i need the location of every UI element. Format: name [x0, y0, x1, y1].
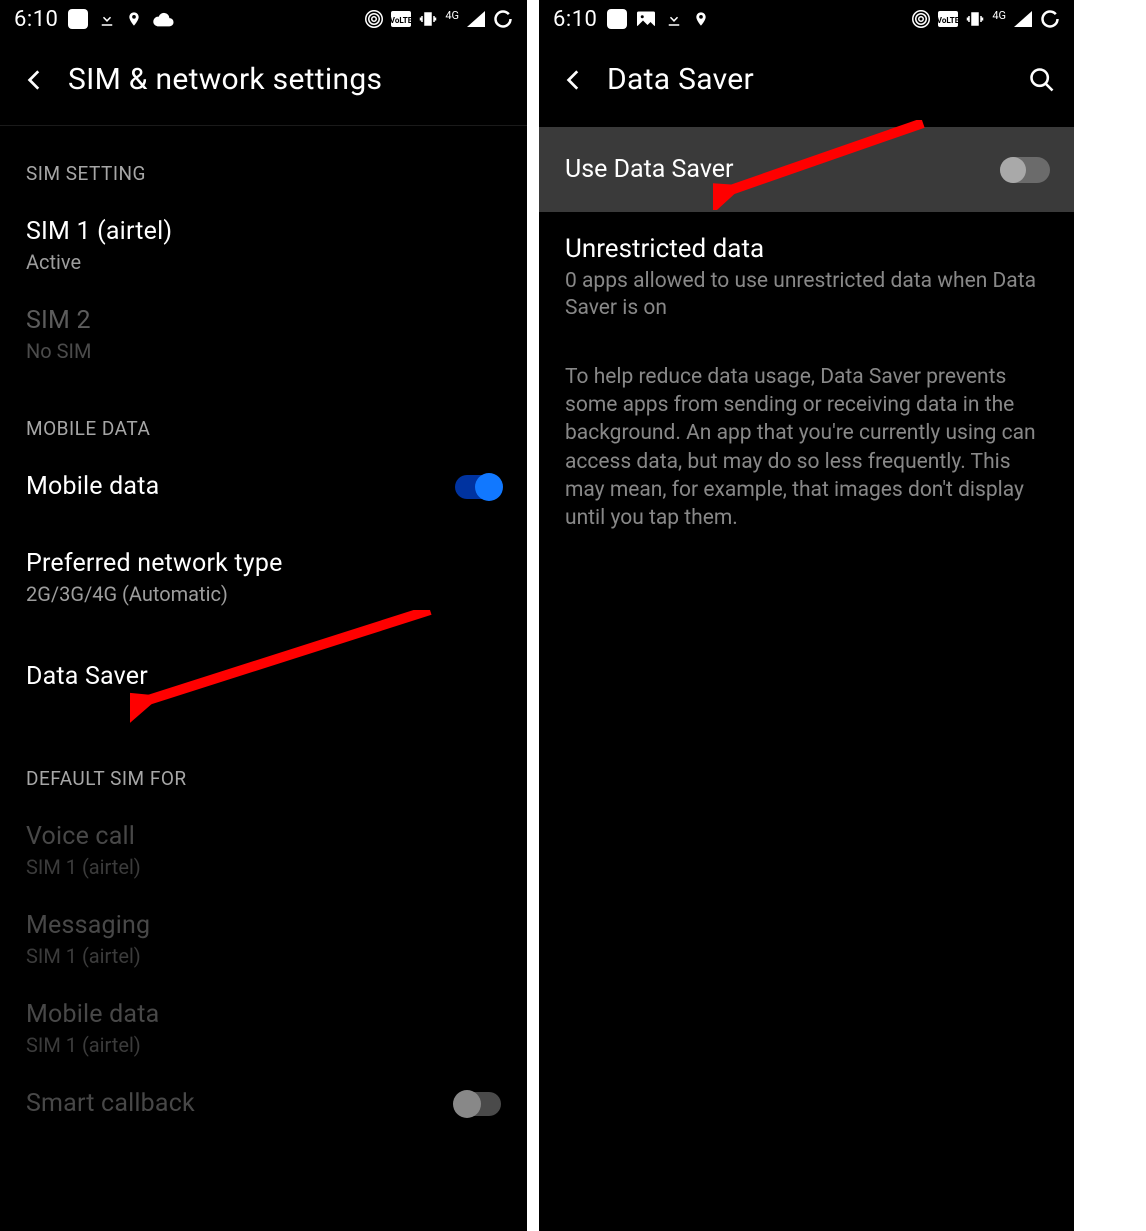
vibrate-icon	[419, 10, 437, 28]
gallery-icon	[637, 11, 655, 27]
pref-network-title: Preferred network type	[26, 549, 501, 578]
data-saver-item[interactable]: Data Saver	[0, 624, 527, 709]
signal-icon	[467, 11, 485, 27]
clock: 6:10	[553, 7, 597, 32]
back-icon[interactable]	[561, 67, 587, 93]
vibrate-icon	[966, 10, 984, 28]
mobile-data2-title: Mobile data	[26, 1000, 501, 1029]
status-left: 6:10	[14, 7, 174, 32]
status-bar: 6:10 VoLTE 4G	[0, 0, 527, 38]
svg-text:VoLTE: VoLTE	[391, 16, 411, 25]
phone-right: 6:10 VoLTE 4G	[539, 0, 1074, 1231]
page-title: SIM & network settings	[68, 62, 509, 97]
mobile-data2-item: Mobile data SIM 1 (airtel)	[0, 986, 527, 1075]
pref-network-subtitle: 2G/3G/4G (Automatic)	[26, 582, 501, 606]
phone-left: 6:10 VoLTE 4G	[0, 0, 527, 1231]
location-icon	[126, 10, 142, 28]
mobile-data-item[interactable]: Mobile data	[0, 458, 527, 519]
cast-icon	[365, 10, 383, 28]
location-icon	[693, 10, 709, 28]
smart-callback-title: Smart callback	[26, 1089, 195, 1118]
app-icon	[68, 9, 88, 29]
svg-text:VoLTE: VoLTE	[938, 16, 958, 25]
page-title: Data Saver	[607, 62, 1008, 97]
unrestricted-title: Unrestricted data	[565, 234, 1052, 264]
section-sim-setting: SIM SETTING	[0, 126, 527, 203]
messaging-title: Messaging	[26, 911, 501, 940]
mobile-data-title: Mobile data	[26, 472, 159, 501]
volte-icon: VoLTE	[391, 11, 411, 27]
loading-icon	[493, 9, 513, 29]
back-icon[interactable]	[22, 67, 48, 93]
sim1-subtitle: Active	[26, 250, 501, 274]
section-mobile-data: MOBILE DATA	[0, 381, 527, 458]
sim2-item: SIM 2 No SIM	[0, 292, 527, 381]
volte-icon: VoLTE	[938, 11, 958, 27]
status-right: VoLTE 4G	[912, 9, 1060, 29]
unrestricted-item[interactable]: Unrestricted data 0 apps allowed to use …	[539, 212, 1074, 323]
voice-call-title: Voice call	[26, 822, 501, 851]
app-icon	[607, 9, 627, 29]
content: SIM SETTING SIM 1 (airtel) Active SIM 2 …	[0, 126, 527, 1136]
signal-label: 4G	[992, 9, 1006, 22]
header: SIM & network settings	[0, 38, 527, 126]
messaging-subtitle: SIM 1 (airtel)	[26, 944, 501, 968]
messaging-item: Messaging SIM 1 (airtel)	[0, 897, 527, 986]
mobile-data-toggle[interactable]	[455, 475, 501, 499]
cast-icon	[912, 10, 930, 28]
data-saver-title: Data Saver	[26, 662, 501, 691]
cloud-icon	[152, 11, 174, 27]
section-default-sim: DEFAULT SIM FOR	[0, 709, 527, 808]
unrestricted-subtitle: 0 apps allowed to use unrestricted data …	[565, 268, 1052, 323]
smart-callback-toggle	[455, 1092, 501, 1116]
pref-network-item[interactable]: Preferred network type 2G/3G/4G (Automat…	[0, 519, 527, 624]
clock: 6:10	[14, 7, 58, 32]
status-left: 6:10	[553, 7, 709, 32]
loading-icon	[1040, 9, 1060, 29]
voice-call-item: Voice call SIM 1 (airtel)	[0, 808, 527, 897]
header: Data Saver	[539, 38, 1074, 125]
smart-callback-item: Smart callback	[0, 1075, 527, 1136]
download-icon	[98, 10, 116, 28]
help-text: To help reduce data usage, Data Saver pr…	[539, 323, 1074, 533]
signal-icon	[1014, 11, 1032, 27]
sim2-title: SIM 2	[26, 306, 501, 335]
sim2-subtitle: No SIM	[26, 339, 501, 363]
status-bar: 6:10 VoLTE 4G	[539, 0, 1074, 38]
search-icon[interactable]	[1028, 66, 1056, 94]
mobile-data2-subtitle: SIM 1 (airtel)	[26, 1033, 501, 1057]
download-icon	[665, 10, 683, 28]
sim1-title: SIM 1 (airtel)	[26, 217, 501, 246]
status-right: VoLTE 4G	[365, 9, 513, 29]
use-data-saver-row[interactable]: Use Data Saver	[539, 127, 1074, 212]
use-data-saver-toggle[interactable]	[1000, 157, 1050, 183]
voice-call-subtitle: SIM 1 (airtel)	[26, 855, 501, 879]
signal-label: 4G	[445, 9, 459, 22]
sim1-item[interactable]: SIM 1 (airtel) Active	[0, 203, 527, 292]
use-data-saver-label: Use Data Saver	[565, 155, 734, 184]
